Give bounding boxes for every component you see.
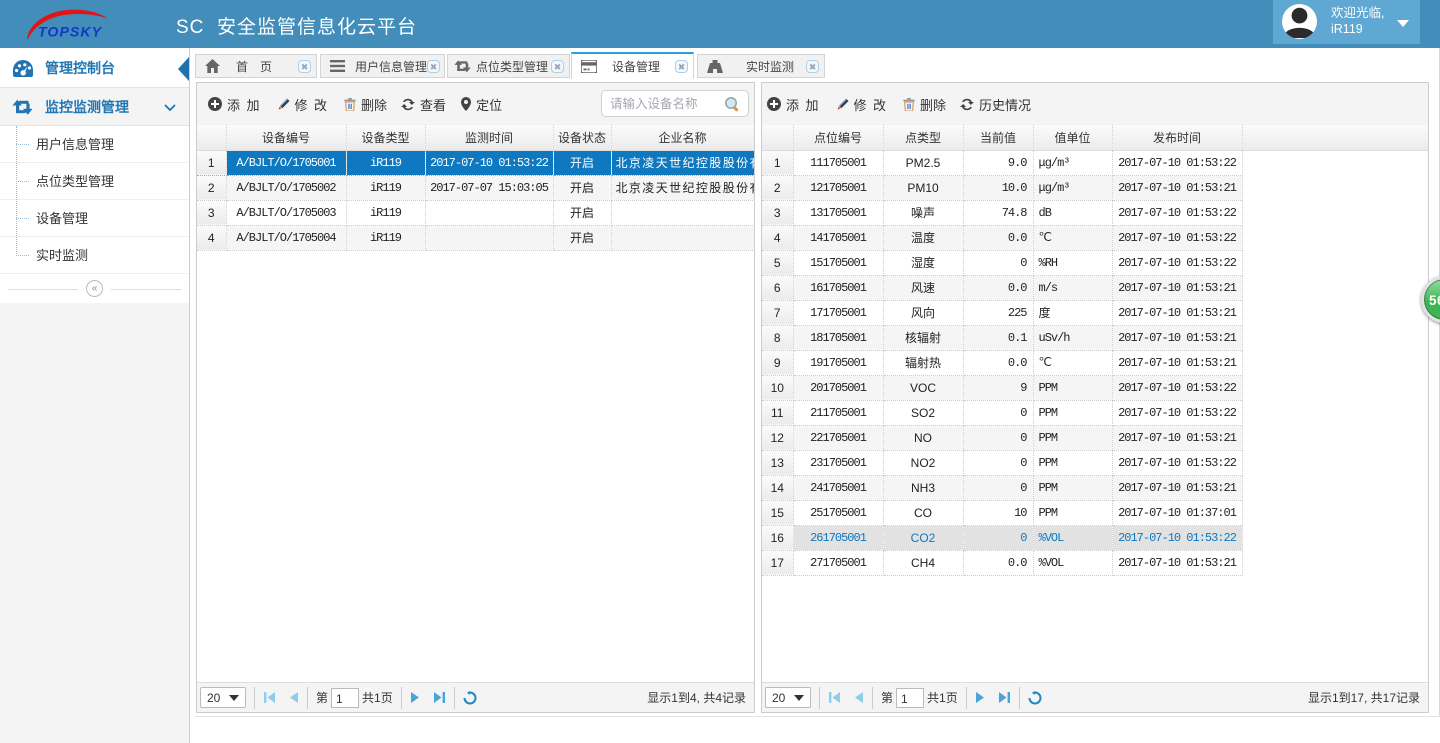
svg-text:TOPSKY: TOPSKY (38, 25, 103, 41)
